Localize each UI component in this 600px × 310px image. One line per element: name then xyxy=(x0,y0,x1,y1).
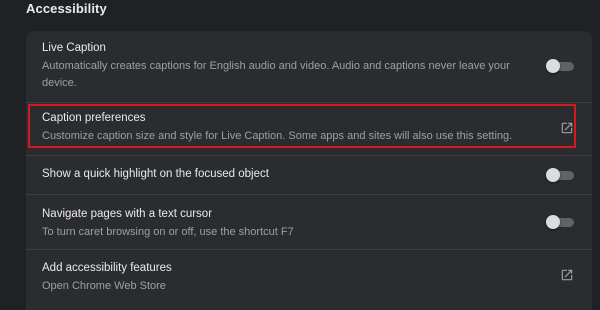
live-caption-row[interactable]: Live Caption Automatically creates capti… xyxy=(26,41,592,101)
live-caption-toggle[interactable] xyxy=(546,59,574,73)
add-features-title: Add accessibility features xyxy=(42,262,172,274)
open-in-new-icon[interactable] xyxy=(560,268,574,282)
add-features-description: Open Chrome Web Store xyxy=(42,280,166,292)
focus-highlight-toggle[interactable] xyxy=(546,168,574,182)
add-accessibility-features-row[interactable]: Add accessibility features Open Chrome W… xyxy=(26,261,592,301)
caret-browsing-description: To turn caret browsing on or off, use th… xyxy=(42,226,294,238)
toggle-knob xyxy=(546,168,560,182)
toggle-knob xyxy=(546,215,560,229)
live-caption-title: Live Caption xyxy=(42,42,106,54)
toggle-knob xyxy=(546,59,560,73)
accessibility-settings-card: Live Caption Automatically creates capti… xyxy=(26,31,592,310)
live-caption-description: Automatically creates captions for Engli… xyxy=(42,60,510,89)
caret-browsing-row[interactable]: Navigate pages with a text cursor To tur… xyxy=(26,207,592,247)
divider xyxy=(26,102,592,103)
caret-browsing-toggle[interactable] xyxy=(546,215,574,229)
caret-browsing-title: Navigate pages with a text cursor xyxy=(42,208,213,220)
open-in-new-icon[interactable] xyxy=(560,121,574,135)
divider xyxy=(26,155,592,156)
caption-preferences-title: Caption preferences xyxy=(42,112,146,124)
caption-preferences-row[interactable]: Caption preferences Customize caption si… xyxy=(26,111,592,147)
divider xyxy=(26,249,592,250)
focus-highlight-title: Show a quick highlight on the focused ob… xyxy=(42,168,269,180)
caption-preferences-description: Customize caption size and style for Liv… xyxy=(42,130,513,142)
focus-highlight-row[interactable]: Show a quick highlight on the focused ob… xyxy=(26,167,592,197)
section-title: Accessibility xyxy=(26,1,107,16)
divider xyxy=(26,194,592,195)
